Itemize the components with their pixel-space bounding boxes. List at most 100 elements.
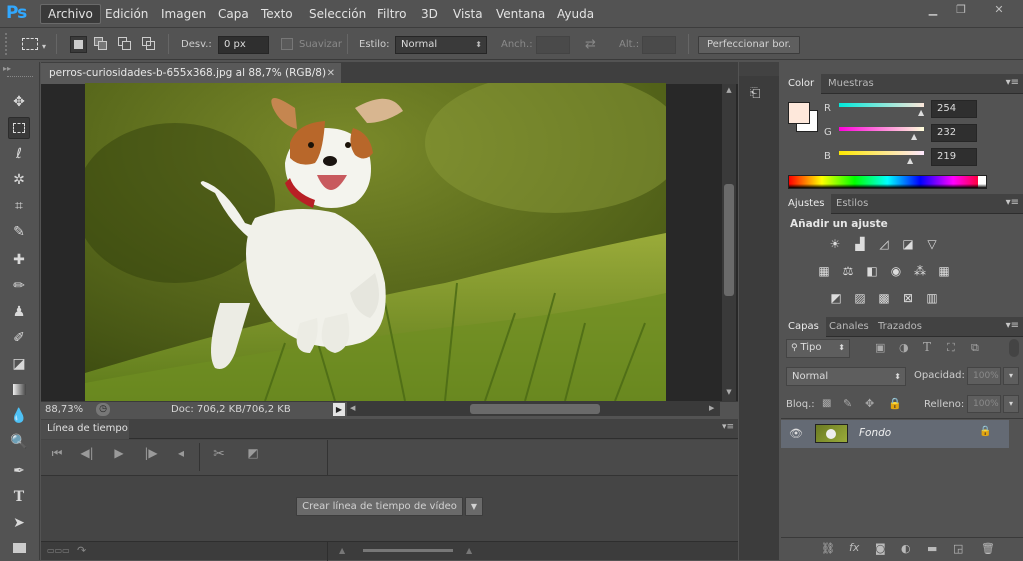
levels-icon[interactable]: ▟ [851, 235, 869, 253]
panel-menu-icon[interactable]: ▾≡ [1006, 77, 1019, 88]
foreground-color-swatch[interactable] [788, 102, 810, 124]
color-lookup-icon[interactable]: ▦ [935, 262, 953, 280]
tab-styles[interactable]: Estilos [829, 194, 875, 214]
new-group-icon[interactable]: ▬ [927, 542, 937, 555]
crop-tool-icon[interactable]: ⌗ [8, 195, 30, 217]
r-slider[interactable] [839, 103, 924, 107]
opacity-input[interactable]: 100% [967, 367, 1001, 385]
close-tab-icon[interactable]: ✕ [327, 63, 335, 84]
layer-filter-select[interactable]: ⚲ Tipo ⬍ [786, 339, 850, 358]
close-icon[interactable]: ✕ [986, 3, 1012, 17]
feather-input[interactable]: 0 px [218, 36, 269, 54]
move-tool-icon[interactable]: ✥ [8, 91, 30, 113]
panel-menu-icon[interactable]: ▾≡ [1006, 320, 1019, 331]
new-adjustment-icon[interactable]: ◐ [901, 542, 911, 555]
selective-color-icon[interactable]: ⊠ [899, 289, 917, 307]
filter-type-icon[interactable]: T [923, 340, 931, 354]
hue-saturation-icon[interactable]: ▦ [815, 262, 833, 280]
posterize-icon[interactable]: ▨ [851, 289, 869, 307]
horizontal-scrollbar[interactable]: ◀ ▶ [347, 402, 720, 416]
b-slider[interactable] [839, 151, 924, 155]
tab-swatches[interactable]: Muestras [821, 74, 881, 94]
brush-tool-icon[interactable]: ✏ [8, 275, 30, 297]
tab-channels[interactable]: Canales [822, 317, 876, 337]
intersect-selection-icon[interactable] [142, 37, 156, 51]
minimize-icon[interactable]: ▁ [920, 3, 946, 17]
menu-archivo[interactable]: Archivo [40, 4, 101, 24]
photo-filter-icon[interactable]: ◉ [887, 262, 905, 280]
type-tool-icon[interactable]: T [8, 486, 30, 508]
history-brush-tool-icon[interactable]: ✐ [8, 327, 30, 349]
style-select[interactable]: Normal ⬍ [395, 36, 487, 54]
dodge-tool-icon[interactable]: 🔍 [8, 431, 30, 453]
refine-edge-button[interactable]: Perfeccionar bor. [698, 36, 800, 54]
panel-menu-icon[interactable]: ▾≡ [1006, 197, 1019, 208]
menu-seleccion[interactable]: Selección [302, 4, 373, 24]
invert-icon[interactable]: ◩ [827, 289, 845, 307]
opacity-dropdown-icon[interactable]: ▾ [1003, 367, 1019, 385]
delete-layer-icon[interactable]: 🗑 [981, 542, 995, 555]
zoom-level[interactable]: 88,73% [45, 404, 83, 415]
menu-imagen[interactable]: Imagen [154, 4, 213, 24]
link-layers-icon[interactable]: ⛓ [821, 542, 835, 555]
next-frame-icon[interactable]: |▶ [141, 446, 161, 460]
menu-ventana[interactable]: Ventana [489, 4, 552, 24]
lock-all-icon[interactable]: 🔒 [888, 397, 902, 410]
menu-vista[interactable]: Vista [446, 4, 490, 24]
zoom-out-icon[interactable]: ▲ [339, 546, 345, 555]
create-video-timeline-button[interactable]: Crear línea de tiempo de vídeo [296, 497, 463, 516]
layer-name[interactable]: Fondo [859, 427, 891, 439]
filter-adjustment-icon[interactable]: ◑ [899, 341, 909, 354]
play-icon[interactable]: ▶ [109, 446, 129, 460]
go-first-frame-icon[interactable]: ⏮ [47, 446, 67, 461]
gradient-tool-icon[interactable] [8, 379, 30, 401]
r-slider-handle[interactable]: ▲ [918, 108, 924, 117]
filter-pixel-icon[interactable]: ▣ [875, 341, 885, 354]
previous-frame-icon[interactable]: ◀| [77, 446, 97, 460]
panel-menu-icon[interactable]: ▾≡ [722, 422, 734, 432]
vertical-scrollbar[interactable]: ▲ ▼ [722, 84, 736, 401]
timeline-zoom-slider[interactable] [363, 549, 453, 552]
scroll-up-icon[interactable]: ▲ [723, 86, 735, 94]
gradient-map-icon[interactable]: ▥ [923, 289, 941, 307]
color-spectrum-bar[interactable] [788, 175, 987, 189]
tab-adjustments[interactable]: Ajustes [781, 194, 832, 214]
b-input[interactable]: 219 [931, 148, 977, 166]
document-tab[interactable]: perros-curiosidades-b-655x368.jpg al 88,… [41, 63, 341, 84]
new-layer-icon[interactable]: ◲ [953, 542, 963, 555]
blend-mode-select[interactable]: Normal ⬍ [786, 367, 906, 386]
magic-wand-tool-icon[interactable]: ✲ [8, 169, 30, 191]
tab-paths[interactable]: Trazados [871, 317, 929, 337]
width-input[interactable] [536, 36, 570, 54]
transition-icon[interactable]: ◩ [243, 446, 263, 460]
pen-tool-icon[interactable]: ✒ [8, 460, 30, 482]
lasso-tool-icon[interactable]: ℓ [8, 143, 30, 165]
timeline-tab[interactable]: Línea de tiempo [41, 420, 129, 439]
status-info-icon[interactable]: ◷ [96, 403, 110, 416]
filter-shape-icon[interactable]: ⛶ [947, 341, 955, 355]
fill-dropdown-icon[interactable]: ▾ [1003, 395, 1019, 413]
convert-icon[interactable]: ↷ [77, 544, 86, 557]
lock-position-icon[interactable]: ✥ [865, 397, 874, 410]
vertical-scroll-thumb[interactable] [724, 184, 734, 296]
g-slider[interactable] [839, 127, 924, 131]
eraser-tool-icon[interactable]: ◪ [8, 353, 30, 375]
history-icon[interactable]: ⎗ [750, 86, 770, 106]
chevron-down-icon[interactable]: ▼ [465, 497, 483, 516]
layer-style-icon[interactable]: fx [849, 541, 859, 554]
menu-edicion[interactable]: Edición [98, 4, 155, 24]
r-input[interactable]: 254 [931, 100, 977, 118]
filter-smart-object-icon[interactable]: ⧉ [971, 341, 979, 355]
frame-mode-icon[interactable]: ▭▭▭ [47, 546, 70, 555]
marquee-preset-icon[interactable] [22, 38, 38, 50]
split-scissors-icon[interactable]: ✂ [209, 446, 229, 462]
visibility-eye-icon[interactable]: 👁 [789, 427, 803, 440]
horizontal-scroll-thumb[interactable] [470, 404, 600, 414]
tab-layers[interactable]: Capas [781, 317, 826, 337]
threshold-icon[interactable]: ▩ [875, 289, 893, 307]
image-canvas[interactable] [85, 83, 666, 401]
exposure-icon[interactable]: ◪ [899, 235, 917, 253]
restore-icon[interactable]: ❐ [948, 3, 974, 17]
status-menu-arrow-icon[interactable]: ▶ [333, 403, 345, 416]
add-selection-icon[interactable] [94, 37, 108, 51]
